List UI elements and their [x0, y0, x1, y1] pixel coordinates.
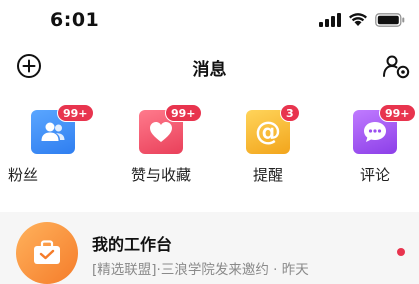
category-label: 粉丝	[7, 166, 38, 184]
category-fans[interactable]: 99+ 粉丝	[8, 104, 94, 194]
contacts-settings-button[interactable]	[381, 52, 411, 80]
avatar	[16, 222, 78, 284]
category-label: 提醒	[252, 166, 283, 184]
contacts-settings-icon	[383, 55, 410, 79]
category-badge: 3	[280, 104, 300, 122]
fans-icon	[41, 122, 65, 141]
list-item[interactable]: 我的工作台 [精选联盟]·三浪学院发来邀约 · 昨天	[0, 212, 419, 284]
category-badge: 99+	[165, 104, 202, 122]
message-categories: 99+ 粉丝 99+ 赞与收藏 @ 3 提醒 99+ 评论	[0, 104, 419, 194]
mention-at-icon: @	[255, 117, 281, 147]
category-likes-favorites[interactable]: 99+ 赞与收藏	[121, 104, 202, 194]
page-title: 消息	[192, 60, 227, 80]
unread-dot	[397, 248, 405, 256]
status-bar: 6:01	[0, 0, 419, 40]
heart-icon	[150, 122, 172, 142]
category-label: 赞与收藏	[130, 166, 191, 184]
category-badge: 99+	[57, 104, 94, 122]
nav-header: 消息	[0, 44, 419, 88]
category-label: 评论	[359, 166, 390, 184]
list-item-subtitle: [精选联盟]·三浪学院发来邀约 · 昨天	[92, 262, 309, 278]
comment-bubble-icon	[364, 122, 386, 142]
cellular-signal-icon	[319, 12, 341, 27]
category-comments[interactable]: 99+ 评论	[335, 104, 416, 194]
battery-icon	[375, 12, 405, 27]
wifi-icon	[349, 13, 367, 26]
status-time: 6:01	[50, 9, 100, 31]
list-item-title: 我的工作台	[92, 235, 173, 254]
category-badge: 99+	[379, 104, 416, 122]
category-reminders[interactable]: @ 3 提醒	[228, 104, 308, 194]
briefcase-icon	[34, 240, 60, 264]
status-icons	[319, 12, 405, 27]
